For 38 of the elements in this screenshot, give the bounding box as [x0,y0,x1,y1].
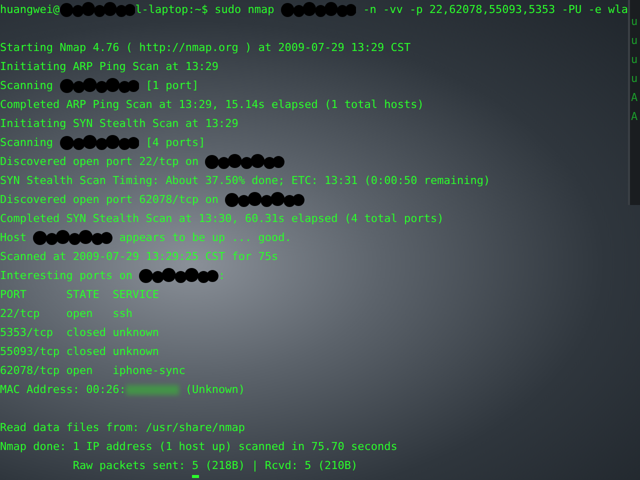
terminal-text: Starting Nmap 4.76 ( http://nmap.org ) at 2009-07-29 13:29 CST [0,40,411,56]
terminal-text: Discovered open port 22/tcp on [0,154,200,170]
text-cursor [192,475,199,478]
terminal-text: Initiating ARP Ping Scan at 13:29 [0,59,219,75]
terminal-text: Read data files from: /usr/share/nmap [0,420,246,436]
terminal-text: u [631,33,639,49]
terminal-text: : [218,268,226,284]
terminal-text: Interesting ports on [0,268,134,284]
terminal-text: 55093/tcp closed unknown [0,344,159,360]
terminal-text: Initiating SYN Stealth Scan at 13:29 [0,116,238,132]
terminal-text: l-laptop:~$ sudo nmap [135,2,276,18]
terminal-text: Scanned at 2009-07-29 13:29:25 CST for 75s [0,249,278,265]
terminal-text: u [631,71,639,87]
terminal-text: 5353/tcp closed unknown [0,325,159,341]
terminal-text: Scanning [0,78,54,94]
terminal-text: [4 ports] [144,135,206,151]
terminal-text: Host [0,230,28,246]
terminal-text: 62078/tcp open iphone-sync [0,363,186,379]
terminal-text: MAC Address: 00:26: [0,382,126,398]
terminal-text: u [631,14,639,30]
terminal-text: Completed ARP Ping Scan at 13:29, 15.14s elapsed (1 total hosts) [0,97,424,113]
blurred-text [126,384,179,394]
terminal-text: -n -vv -p 22,62078,55093,5353 -PU -e wla [362,2,628,18]
terminal-text: (Unknown) [184,382,246,398]
terminal-text: u [631,52,639,68]
terminal-text: Raw packets sent: 5 (218B) | Rcvd: 5 (210B) [72,458,358,474]
terminal-text: 22/tcp open ssh [0,306,132,322]
terminal-text: A [631,90,639,106]
terminal-text: Discovered open port 62078/tcp on [0,192,220,208]
terminal-text: SYN Stealth Scan Timing: About 37.50% done; ETC: 13:31 (0:00:50 remaining) [0,173,490,189]
terminal-text: Completed SYN Stealth Scan at 13:30, 60.31s elapsed (4 total ports) [0,211,444,227]
terminal-text: Nmap done: 1 IP address (1 host up) scanned in 75.70 seconds [0,439,398,455]
terminal-text: Scanning [0,135,54,151]
terminal-text: A [631,109,639,125]
terminal-text: PORT STATE SERVICE [0,287,159,303]
terminal-text: appears to be up ... good. [118,230,292,246]
terminal-text: huangwei@ [0,2,60,18]
terminal-text: [1 port] [144,78,199,94]
